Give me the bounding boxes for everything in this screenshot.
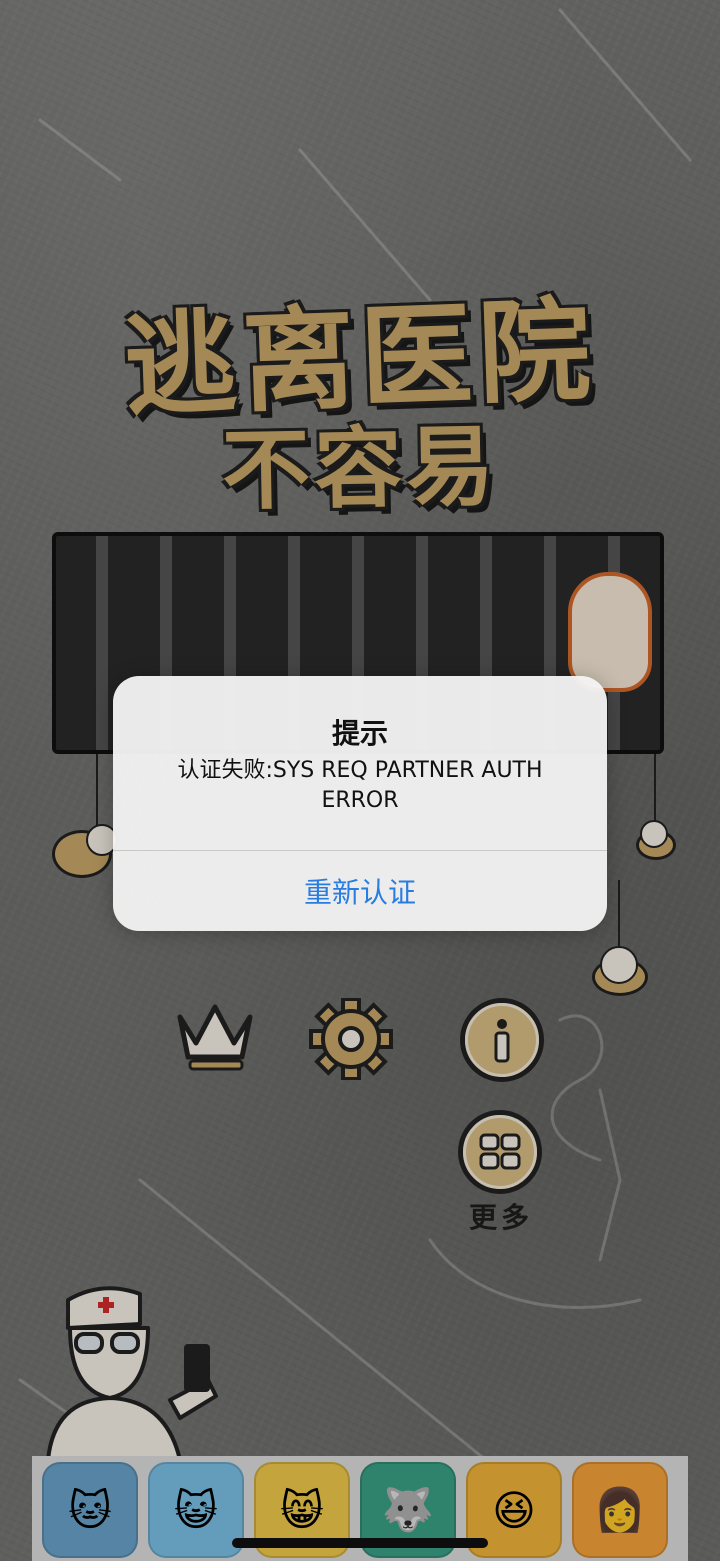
- alert-title: 提示: [331, 717, 388, 750]
- reauthenticate-button[interactable]: 重新认证: [113, 851, 607, 931]
- auth-error-alert: 提示 认证失败:SYS REQ PARTNER AUTH ERROR 重新认证: [113, 676, 607, 931]
- alert-message: 认证失败:SYS REQ PARTNER AUTH ERROR: [177, 758, 543, 813]
